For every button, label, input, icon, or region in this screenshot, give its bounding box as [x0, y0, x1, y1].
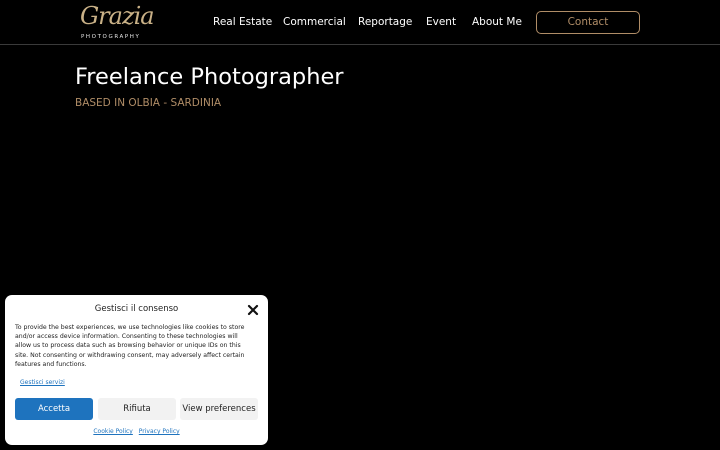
logo-script: Grazia: [80, 2, 155, 30]
manage-services-link[interactable]: Gestisci servizi: [20, 378, 65, 387]
consent-policy-links: Cookie Policy Privacy Policy: [5, 427, 268, 436]
nav-event[interactable]: Event: [426, 15, 456, 29]
cookie-consent-dialog: Gestisci il consenso To provide the best…: [5, 295, 268, 445]
consent-text: To provide the best experiences, we use …: [15, 324, 245, 368]
cookie-policy-link[interactable]: Cookie Policy: [93, 428, 133, 435]
logo-subtitle: PHOTOGRAPHY: [81, 34, 141, 40]
nav-reportage[interactable]: Reportage: [358, 15, 412, 29]
accept-button[interactable]: Accetta: [15, 398, 93, 420]
view-preferences-button[interactable]: View preferences: [180, 398, 258, 420]
logo[interactable]: Grazia PHOTOGRAPHY: [78, 2, 155, 42]
nav-about-me[interactable]: About Me: [472, 15, 522, 29]
privacy-policy-link[interactable]: Privacy Policy: [139, 428, 180, 435]
close-icon[interactable]: [246, 302, 260, 316]
consent-title: Gestisci il consenso: [94, 304, 179, 314]
nav-commercial[interactable]: Commercial: [283, 15, 346, 29]
deny-button[interactable]: Rifiuta: [98, 398, 176, 420]
contact-button[interactable]: Contact: [536, 11, 640, 34]
hero-subtitle: BASED IN OLBIA - SARDINIA: [75, 97, 222, 109]
nav-real-estate[interactable]: Real Estate: [213, 15, 272, 29]
site-header: Grazia PHOTOGRAPHY Real Estate Commercia…: [0, 0, 720, 45]
hero-title: Freelance Photographer: [75, 64, 344, 90]
